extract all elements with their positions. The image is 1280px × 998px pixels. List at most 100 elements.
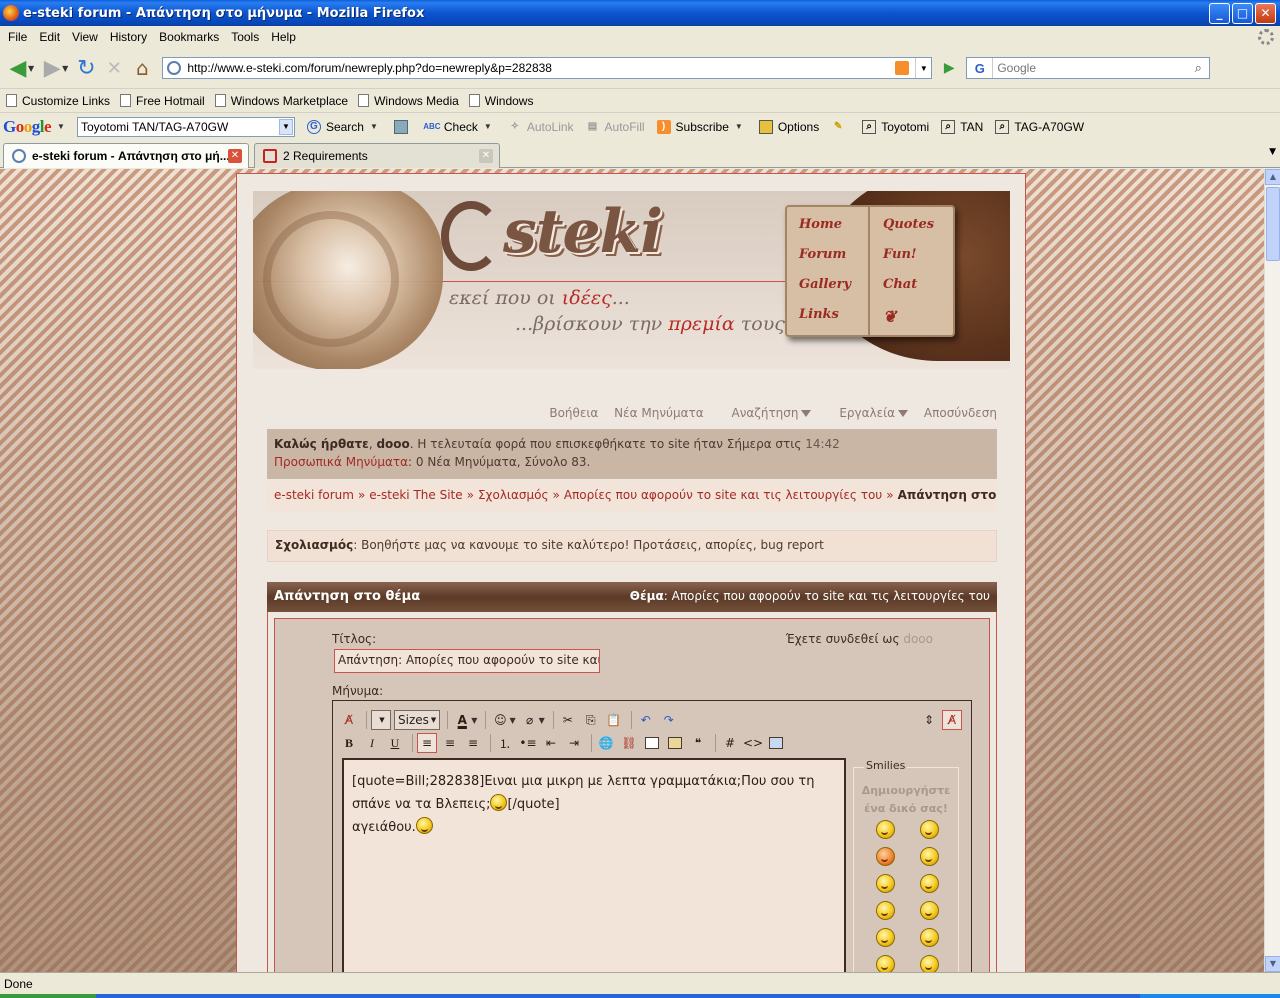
biggrin-smiley-icon[interactable]	[920, 847, 939, 866]
indent-icon[interactable]: ⇥	[564, 733, 584, 753]
text-color-icon[interactable]: A	[452, 710, 472, 730]
message-textarea[interactable]: [quote=Bill;282838]Ειναι μια μικρη με λε…	[342, 758, 846, 972]
tab-e-steki[interactable]: e-steki forum - Απάντηση στο μή... ✕	[3, 143, 249, 168]
google-logo[interactable]: Google	[3, 117, 52, 137]
reload-icon[interactable]: ↻	[72, 54, 100, 82]
maximize-button[interactable]: □	[1232, 2, 1253, 24]
menu-history[interactable]: History	[104, 30, 153, 44]
page-scrollbar[interactable]: ▲ ▼	[1264, 169, 1280, 972]
align-left-icon[interactable]: ≡	[417, 733, 437, 753]
copy-icon[interactable]: ⎘	[581, 710, 601, 730]
private-messages-link[interactable]: Προσωπικά Μηνύματα	[274, 455, 408, 469]
site-logo[interactable]: steki	[503, 197, 663, 267]
ordered-list-icon[interactable]: ⒈	[495, 733, 515, 753]
insert-image-icon[interactable]	[665, 733, 685, 753]
smile-smiley-icon[interactable]	[876, 820, 895, 839]
bookmark-customize-links[interactable]: Customize Links	[6, 94, 110, 108]
home-icon[interactable]: ⌂	[128, 54, 156, 82]
subscribe-button[interactable]: ) Subscribe	[656, 119, 729, 134]
welcome-username[interactable]: dooo	[376, 437, 409, 451]
nav-search[interactable]: Αναζήτηση	[719, 406, 812, 420]
nav-new-posts[interactable]: Νέα Μηνύματα	[614, 406, 703, 420]
font-select[interactable]: ▼	[371, 710, 391, 730]
url-text[interactable]: http://www.e-steki.com/forum/newreply.ph…	[187, 61, 895, 75]
search-icon[interactable]: ⌕	[1187, 60, 1209, 76]
find-tan-button[interactable]: ⌕ TAN	[941, 119, 983, 134]
bookmark-windows-media[interactable]: Windows Media	[358, 94, 459, 108]
insert-smilie-icon[interactable]: ☺	[490, 710, 510, 730]
forward-history-dropdown-icon[interactable]: ▼	[62, 64, 68, 73]
attachment-dropdown-icon[interactable]: ▼	[539, 716, 545, 725]
thinking-smiley-icon[interactable]	[920, 928, 939, 947]
tab-requirements[interactable]: 2 Requirements ✕	[254, 143, 500, 168]
underline-icon[interactable]: U	[385, 733, 405, 753]
minimize-button[interactable]: _	[1209, 2, 1230, 24]
scroll-up-icon[interactable]: ▲	[1265, 169, 1280, 185]
search-engine-icon[interactable]: G	[967, 58, 994, 78]
redo-icon[interactable]: ↷	[659, 710, 679, 730]
book-link-chat[interactable]: Chat	[883, 277, 917, 292]
options-button[interactable]: Options	[758, 119, 819, 134]
insert-link-icon[interactable]: 🌐	[596, 733, 616, 753]
menu-edit[interactable]: Edit	[33, 30, 66, 44]
switch-editor-mode-icon[interactable]: A̸	[942, 710, 962, 730]
title-input[interactable]: Απάντηση: Απορίες που αφορούν το site κα…	[334, 649, 600, 673]
breadcrumb-thread[interactable]: Απορίες που αφορούν το site και τις λειτ…	[564, 488, 882, 502]
book-link-links[interactable]: Links	[799, 307, 839, 322]
shocked-smiley-icon[interactable]	[876, 928, 895, 947]
scroll-down-icon[interactable]: ▼	[1265, 956, 1280, 972]
google-query-text[interactable]: Toyotomi TAN/TAG-A70GW	[81, 120, 279, 134]
quote-icon[interactable]: ❝	[688, 733, 708, 753]
paste-icon[interactable]: 📋	[604, 710, 624, 730]
unordered-list-icon[interactable]: •≡	[518, 733, 538, 753]
menu-file[interactable]: File	[2, 30, 33, 44]
book-link-gallery[interactable]: Gallery	[799, 277, 851, 292]
google-search-button[interactable]: G Search	[306, 119, 364, 134]
url-bar[interactable]: http://www.e-steki.com/forum/newreply.ph…	[162, 57, 933, 79]
remove-link-icon[interactable]: ⛓	[619, 733, 639, 753]
nav-logout[interactable]: Αποσύνδεση	[924, 406, 997, 420]
confused-smiley-icon[interactable]	[920, 820, 939, 839]
find-toyotomi-button[interactable]: ⌕ Toyotomi	[862, 119, 929, 134]
spellcheck-button[interactable]: ABC Check	[423, 120, 478, 134]
logged-in-user[interactable]: dooo	[903, 632, 933, 646]
autofill-button[interactable]: ▤ AutoFill	[586, 120, 645, 134]
breadcrumb-category[interactable]: Σχολιασμός	[478, 488, 549, 502]
mad-smiley-icon[interactable]	[920, 901, 939, 920]
remove-format-icon[interactable]: A̸	[339, 710, 359, 730]
search-input[interactable]	[993, 59, 1188, 77]
menu-help[interactable]: Help	[265, 30, 302, 44]
book-link-home[interactable]: Home	[799, 217, 842, 232]
embarrassed-smiley-icon[interactable]	[876, 847, 895, 866]
wink-smiley-icon[interactable]	[876, 874, 895, 893]
google-menu-dropdown-icon[interactable]: ▼	[57, 122, 65, 131]
cool-smiley-icon[interactable]	[876, 955, 895, 972]
book-link-forum[interactable]: Forum	[799, 247, 846, 262]
chevron-down-icon[interactable]: ▼	[278, 118, 293, 135]
url-history-dropdown-icon[interactable]: ▼	[915, 58, 931, 78]
scrollbar-thumb[interactable]	[1266, 187, 1280, 261]
smilie-dropdown-icon[interactable]: ▼	[509, 716, 515, 725]
breadcrumb-forum[interactable]: e-steki forum	[274, 488, 354, 502]
create-smilie-link[interactable]: Δημιουργήστε ένα δικό σας!	[854, 782, 958, 818]
close-tab-icon[interactable]: ✕	[228, 149, 242, 163]
menu-bookmarks[interactable]: Bookmarks	[153, 30, 225, 44]
go-icon[interactable]: ▶	[938, 57, 960, 79]
bookmark-free-hotmail[interactable]: Free Hotmail	[120, 94, 205, 108]
nav-help[interactable]: Βοήθεια	[549, 406, 598, 420]
laugh-smiley-icon[interactable]	[876, 901, 895, 920]
check-dropdown-icon[interactable]: ▼	[484, 122, 492, 131]
bold-icon[interactable]: B	[339, 733, 359, 753]
bookmark-windows[interactable]: Windows	[468, 94, 533, 108]
wrap-php-icon[interactable]	[766, 733, 786, 753]
stop-icon[interactable]: ✕	[100, 54, 128, 82]
rss-feed-icon[interactable]	[895, 61, 910, 75]
search-bar[interactable]: G ⌕	[966, 57, 1211, 79]
book-link-quotes[interactable]: Quotes	[883, 217, 934, 232]
book-link-fun[interactable]: Fun!	[883, 247, 917, 262]
resize-editor-icon[interactable]: ⇕	[919, 710, 939, 730]
list-all-tabs-icon[interactable]: ▼	[1269, 147, 1276, 157]
back-history-dropdown-icon[interactable]: ▼	[28, 64, 34, 73]
align-center-icon[interactable]: ≡	[440, 733, 460, 753]
pagerank-button[interactable]	[393, 119, 413, 134]
